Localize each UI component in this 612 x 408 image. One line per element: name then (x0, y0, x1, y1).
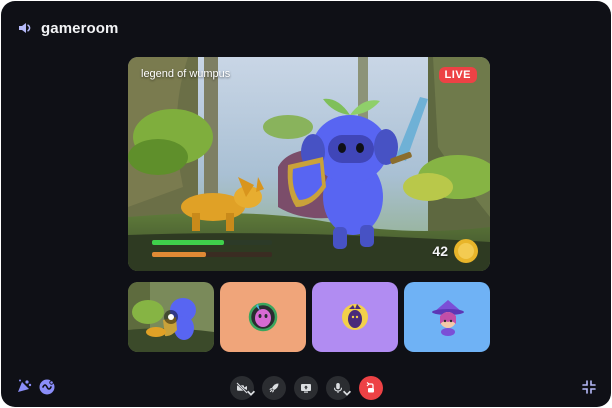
soundboard-icon[interactable] (38, 378, 56, 396)
tile-participant-purple[interactable] (312, 282, 398, 352)
volume-icon (19, 23, 31, 33)
camera-off-button[interactable] (230, 376, 257, 400)
tile-participant-orange[interactable] (220, 282, 306, 352)
activity-button[interactable] (262, 376, 286, 400)
microphone-button[interactable] (326, 376, 353, 400)
health-bar (152, 240, 224, 245)
channel-header: gameroom (17, 17, 119, 39)
channel-name: gameroom (41, 19, 119, 37)
game-scene (128, 57, 490, 271)
hud-counter: 42 (432, 243, 448, 259)
screen-share-icon (301, 384, 311, 393)
avatar-yellow-ring (312, 282, 398, 352)
activities-icon[interactable] (15, 378, 33, 396)
screen-share-button[interactable] (294, 376, 318, 400)
main-stream[interactable]: legend of wumpus LIVE 42 (128, 57, 490, 271)
tile-stream-preview[interactable] (128, 282, 214, 352)
chevron-down-icon[interactable] (245, 387, 257, 399)
stream-preview-thumbnail (128, 282, 214, 352)
end-call-button[interactable] (359, 376, 383, 400)
tile-participant-blue[interactable] (404, 282, 490, 352)
call-window: gameroom legend of wumpus LIVE 42 (1, 1, 611, 407)
rocket-icon (269, 383, 279, 393)
collapse-icon[interactable] (580, 378, 598, 396)
chevron-down-icon[interactable] (341, 387, 353, 399)
stream-title: legend of wumpus (141, 68, 231, 80)
stamina-bar (152, 252, 206, 257)
avatar-green-ring (220, 282, 306, 352)
avatar-witch (404, 282, 490, 352)
end-call-icon (366, 382, 374, 393)
live-badge: LIVE (438, 67, 477, 83)
